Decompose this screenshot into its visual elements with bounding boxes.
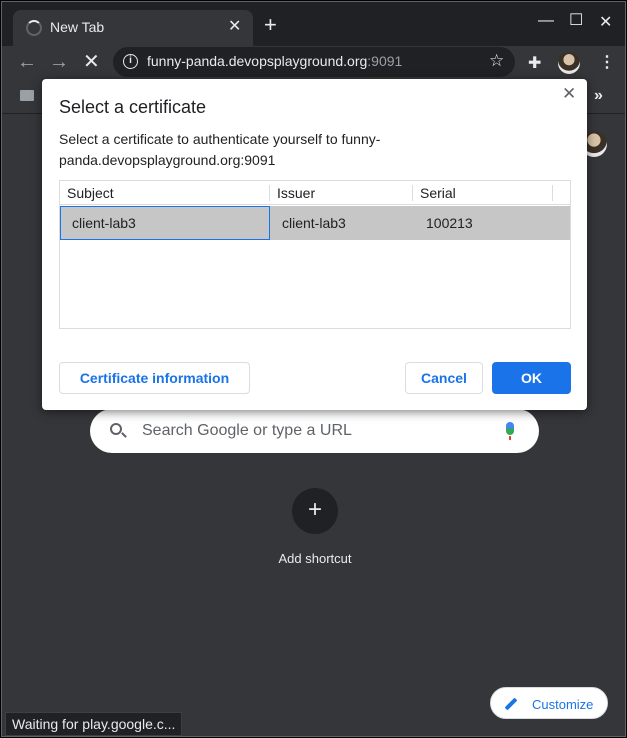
extensions-puzzle-icon[interactable]: ✚ bbox=[528, 53, 541, 73]
dialog-title: Select a certificate bbox=[59, 97, 207, 117]
column-header-subject[interactable]: Subject bbox=[67, 185, 114, 201]
tab-close-icon[interactable]: ✕ bbox=[228, 18, 241, 36]
table-header: Subject Issuer Serial bbox=[60, 181, 570, 205]
microphone-icon[interactable] bbox=[506, 422, 514, 440]
stop-loading-button[interactable]: ✕ bbox=[83, 51, 100, 73]
profile-avatar[interactable] bbox=[558, 52, 580, 74]
pencil-icon bbox=[504, 697, 518, 711]
url-text: funny-panda.devopsplayground.org:9091 bbox=[147, 53, 402, 69]
browser-window: New Tab ✕ + — ☐ ✕ ← → ✕ i funny-panda.de… bbox=[1, 1, 626, 737]
address-bar[interactable]: i funny-panda.devopsplayground.org:9091 … bbox=[113, 47, 515, 77]
status-bubble: Waiting for play.google.c... bbox=[5, 712, 183, 736]
certificate-information-button[interactable]: Certificate information bbox=[59, 362, 250, 394]
cancel-button[interactable]: Cancel bbox=[405, 362, 483, 394]
forward-button[interactable]: → bbox=[49, 51, 69, 73]
add-shortcut-button[interactable]: + bbox=[292, 488, 338, 534]
search-placeholder: Search Google or type a URL bbox=[142, 422, 352, 439]
menu-kebab-icon[interactable]: ⋮ bbox=[599, 52, 615, 72]
maximize-icon[interactable]: ☐ bbox=[569, 10, 583, 30]
cell-serial: 100213 bbox=[426, 215, 473, 231]
column-divider[interactable] bbox=[412, 185, 413, 201]
select-certificate-dialog: Select a certificate ✕ Select a certific… bbox=[42, 79, 587, 410]
column-header-issuer[interactable]: Issuer bbox=[277, 185, 315, 201]
minimize-icon[interactable]: — bbox=[538, 12, 554, 30]
column-divider[interactable] bbox=[552, 185, 553, 201]
folder-icon[interactable] bbox=[20, 90, 34, 101]
table-row[interactable]: client-lab3 client-lab3 100213 bbox=[60, 206, 570, 240]
site-info-icon[interactable]: i bbox=[123, 54, 138, 69]
customize-button[interactable]: Customize bbox=[490, 687, 608, 719]
toolbar: ← → ✕ i funny-panda.devopsplayground.org… bbox=[2, 46, 625, 80]
window-close-icon[interactable]: ✕ bbox=[599, 12, 612, 32]
url-host: funny-panda.devopsplayground.org bbox=[147, 53, 368, 69]
column-header-serial[interactable]: Serial bbox=[420, 185, 456, 201]
cell-issuer: client-lab3 bbox=[282, 215, 346, 231]
customize-label: Customize bbox=[532, 697, 594, 712]
cell-subject: client-lab3 bbox=[72, 215, 136, 231]
ok-button[interactable]: OK bbox=[492, 362, 571, 394]
dialog-close-icon[interactable]: ✕ bbox=[562, 84, 576, 104]
google-search-box[interactable]: Search Google or type a URL bbox=[90, 409, 539, 453]
dialog-message: Select a certificate to authenticate you… bbox=[59, 131, 381, 168]
tab-strip: New Tab ✕ + — ☐ ✕ bbox=[2, 2, 625, 46]
tab-new-tab[interactable]: New Tab ✕ bbox=[13, 10, 253, 46]
search-icon bbox=[110, 423, 122, 435]
tab-title: New Tab bbox=[50, 19, 105, 35]
new-tab-button[interactable]: + bbox=[264, 14, 277, 36]
bookmark-star-icon[interactable]: ☆ bbox=[489, 51, 504, 71]
certificate-table: Subject Issuer Serial client-lab3 client… bbox=[59, 180, 571, 329]
add-shortcut-label[interactable]: Add shortcut bbox=[242, 551, 388, 566]
column-divider[interactable] bbox=[269, 185, 270, 201]
back-button[interactable]: ← bbox=[17, 51, 37, 73]
more-bookmarks-icon[interactable]: » bbox=[594, 87, 603, 105]
url-port: :9091 bbox=[367, 53, 403, 69]
loading-spinner-icon bbox=[26, 20, 42, 36]
